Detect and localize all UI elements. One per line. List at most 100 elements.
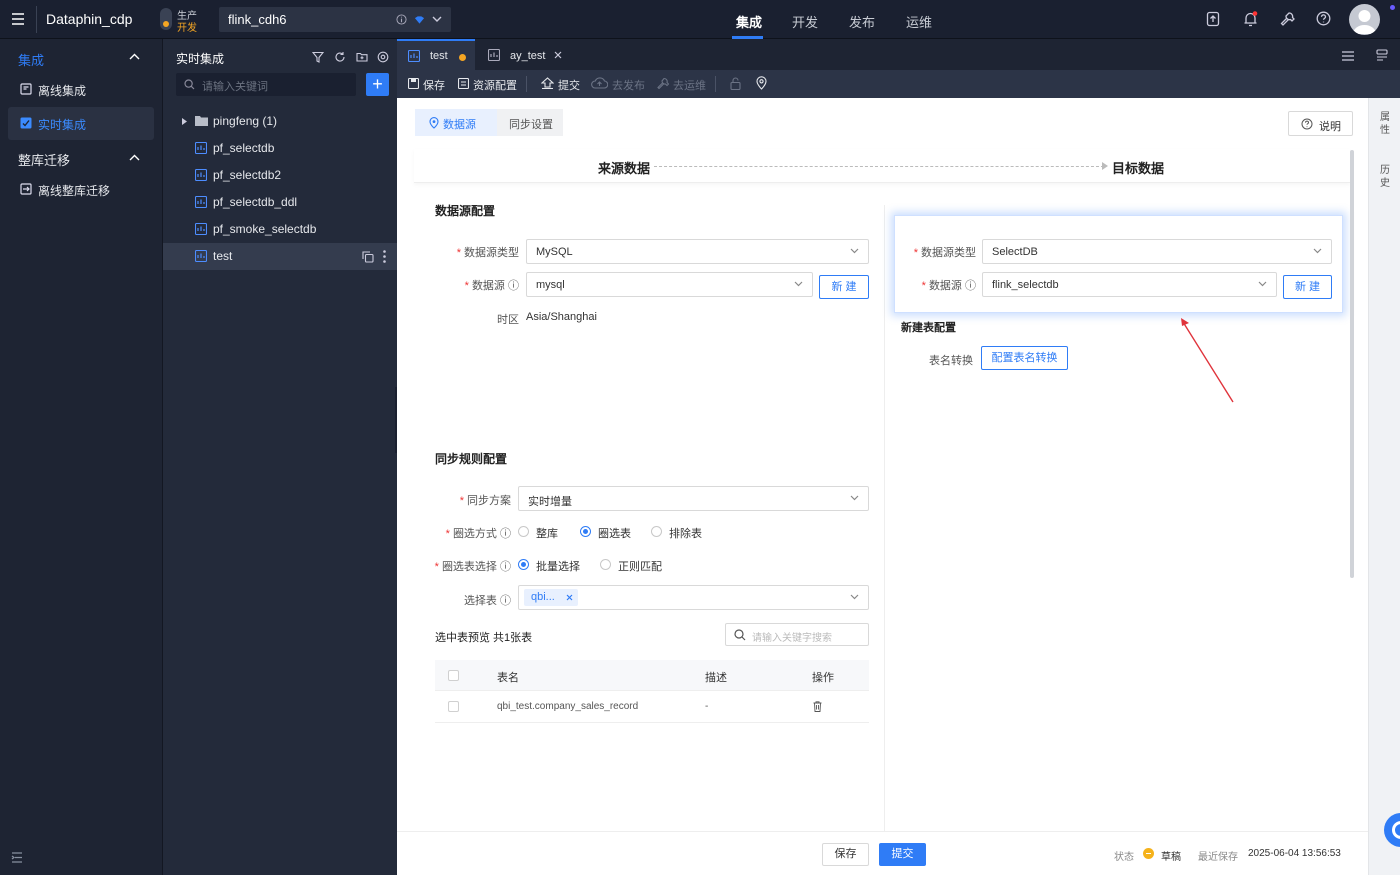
help-icon[interactable] [1316, 11, 1331, 26]
step-label: 同步设置 [509, 119, 553, 131]
select-all-checkbox[interactable] [448, 670, 459, 681]
layout-icon[interactable] [1376, 49, 1388, 61]
column-header: 描述 [705, 672, 727, 684]
caret-right-icon [182, 118, 187, 125]
radio-select-tables[interactable] [580, 526, 591, 537]
flow-header: 来源数据 目标数据 [414, 149, 1350, 183]
more-icon[interactable] [383, 250, 386, 263]
bell-icon[interactable] [1243, 11, 1258, 27]
assistant-float-button[interactable] [1384, 813, 1400, 847]
delete-icon[interactable] [813, 701, 822, 712]
nav-group-migration[interactable]: 整库迁移 [18, 150, 70, 169]
sync-plan-select[interactable]: 实时增量 [518, 486, 869, 511]
chevron-up-icon[interactable] [129, 154, 140, 161]
location-icon[interactable] [377, 51, 389, 63]
filter-icon[interactable] [312, 51, 324, 63]
tree-node[interactable]: pf_selectdb_ddl [163, 189, 397, 216]
chevron-down-icon [794, 281, 803, 287]
realtime-task-icon [195, 196, 207, 208]
nav-item-offline-integration[interactable]: 离线集成 [8, 73, 154, 106]
new-table-config-title: 新建表配置 [901, 322, 956, 334]
source-header: 来源数据 [598, 161, 651, 176]
step-sync-settings[interactable]: 同步设置 [497, 109, 563, 136]
tab-properties[interactable]: 属 性 [1369, 111, 1400, 137]
tree-node[interactable]: pf_selectdb2 [163, 162, 397, 189]
chevron-up-icon[interactable] [129, 53, 140, 60]
timezone-label: 时区 [497, 314, 519, 326]
tree-search-input[interactable]: 请输入关键词 [176, 73, 356, 96]
realtime-task-icon [195, 169, 207, 181]
source-type-select[interactable]: MySQL [526, 239, 869, 264]
nav-integration[interactable]: 集成 [736, 12, 762, 31]
help-button[interactable]: 说明 [1288, 111, 1353, 136]
config-rename-button[interactable]: 配置表名转换 [981, 346, 1068, 370]
wrench-icon[interactable] [1280, 11, 1295, 26]
divider [715, 76, 716, 92]
env-switch[interactable] [160, 8, 172, 30]
tab-ay-test[interactable]: ay_test [477, 39, 573, 70]
sync-plan-label: * 同步方案 [459, 495, 511, 507]
migration-icon [20, 183, 32, 195]
add-task-button[interactable]: + [366, 73, 389, 96]
tab-history-char: 史 [1380, 178, 1390, 189]
nav-develop[interactable]: 开发 [792, 12, 818, 31]
pin-icon[interactable] [756, 76, 767, 90]
nav-publish[interactable]: 发布 [849, 12, 875, 31]
target-type-select[interactable]: SelectDB [982, 239, 1332, 264]
close-icon[interactable] [554, 51, 562, 59]
tab-test[interactable]: test [397, 39, 475, 70]
upload-icon[interactable] [1206, 11, 1220, 27]
tab-history[interactable]: 历 史 [1369, 164, 1400, 190]
nav-item-offline-migration[interactable]: 离线整库迁移 [8, 173, 154, 206]
editor-content: 数据源 同步设置 说明 来源数据 目标数据 数据源配置 * 数据源类型 MySQL… [397, 98, 1368, 875]
source-new-button[interactable]: 新 建 [819, 275, 869, 299]
chevron-down-icon [432, 16, 442, 23]
preview-search-input[interactable]: 请输入关键字搜索 [725, 623, 869, 646]
top-bar: Dataphin_cdp 生产 开发 flink_cdh6 集成 开发 发布 运… [0, 0, 1400, 39]
tab-label: ay_test [510, 50, 546, 62]
tree-folder[interactable]: pingfeng (1) [163, 108, 397, 135]
tree-node[interactable]: pf_smoke_selectdb [163, 216, 397, 243]
step-datasource[interactable]: 数据源 [415, 109, 499, 136]
source-config-title: 数据源配置 [435, 204, 496, 218]
tree-node-selected[interactable]: test [163, 243, 397, 270]
toolbar-ops-label: 去运维 [673, 80, 706, 92]
row-checkbox[interactable] [448, 701, 459, 712]
radio-whole-db[interactable] [518, 526, 529, 537]
nav-group-integration[interactable]: 集成 [18, 50, 44, 69]
scrollbar[interactable] [1350, 150, 1354, 578]
column-header: 表名 [497, 672, 519, 684]
choose-table-select[interactable]: qbi... [518, 585, 869, 610]
divider [526, 76, 527, 92]
radio-regex[interactable] [600, 559, 611, 570]
radio-exclude-tables[interactable] [651, 526, 662, 537]
editor-tabs: test ay_test [397, 39, 1400, 70]
tree-node[interactable]: pf_selectdb [163, 135, 397, 162]
list-icon[interactable] [1342, 51, 1354, 61]
target-new-button[interactable]: 新 建 [1283, 275, 1332, 299]
new-folder-icon[interactable] [356, 51, 368, 63]
footer-save-button[interactable]: 保存 [822, 843, 869, 866]
column-divider [884, 205, 885, 831]
left-nav: 集成 离线集成 实时集成 整库迁移 离线整库迁移 [0, 39, 163, 875]
nav-ops[interactable]: 运维 [906, 12, 932, 31]
source-type-label: * 数据源类型 [456, 247, 519, 259]
target-ds-select[interactable]: flink_selectdb [982, 272, 1277, 297]
refresh-icon[interactable] [334, 51, 346, 63]
target-ds-label: * 数据源 ⓘ [921, 280, 976, 292]
chevron-down-icon [850, 594, 859, 600]
nav-item-realtime-integration[interactable]: 实时集成 [8, 107, 154, 140]
copy-icon[interactable] [362, 251, 374, 263]
choose-table-label: 选择表 ⓘ [463, 595, 511, 607]
diamond-icon [414, 15, 425, 25]
collapse-nav-icon[interactable] [11, 852, 23, 863]
annotation-arrow [1181, 318, 1234, 403]
source-ds-select[interactable]: mysql [526, 272, 813, 297]
close-icon[interactable] [566, 594, 573, 601]
tab-properties-char: 性 [1380, 125, 1390, 136]
footer-submit-button[interactable]: 提交 [879, 843, 926, 866]
lock-icon[interactable] [730, 77, 741, 90]
radio-batch-select[interactable] [518, 559, 529, 570]
menu-icon[interactable] [11, 12, 25, 26]
avatar[interactable] [1349, 4, 1380, 35]
